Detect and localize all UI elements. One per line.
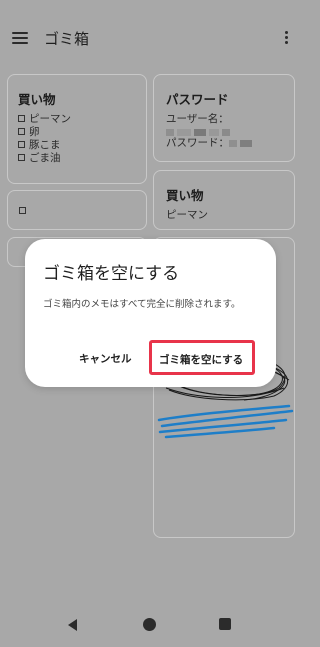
checkbox-icon[interactable]	[18, 115, 25, 122]
password-line: パスワード：	[166, 137, 255, 150]
home-icon[interactable]	[143, 618, 156, 631]
note-card-shopping[interactable]: 買い物 ピーマン 卵 豚こま ごま油	[7, 74, 147, 184]
note-card-shopping-2[interactable]: 買い物 ピーマン	[153, 170, 295, 230]
empty-trash-dialog: ゴミ箱を空にする ゴミ箱内のメモはすべて完全に削除されます。 キャンセル ゴミ箱…	[25, 239, 276, 387]
note-body: ピーマン	[166, 209, 208, 221]
checklist-item: 豚こま	[18, 139, 71, 152]
note-title: パスワード	[166, 92, 229, 107]
more-options-icon[interactable]	[285, 31, 289, 45]
checkbox-icon[interactable]	[18, 128, 25, 135]
app-bar: ゴミ箱	[0, 0, 301, 70]
note-title: 買い物	[18, 92, 56, 107]
username-line: ユーザー名：	[166, 113, 229, 125]
checklist-item: ピーマン	[18, 113, 71, 126]
menu-icon[interactable]	[12, 32, 28, 44]
checkbox-icon[interactable]	[18, 141, 25, 148]
dialog-message: ゴミ箱内のメモはすべて完全に削除されます。	[43, 299, 241, 310]
note-card-empty-checklist[interactable]	[7, 190, 147, 230]
pixelated-text	[166, 126, 255, 137]
checkbox-icon[interactable]	[19, 207, 26, 214]
page-title: ゴミ箱	[44, 30, 90, 48]
note-title: 買い物	[166, 188, 204, 203]
back-icon[interactable]	[68, 619, 77, 631]
checklist-item: 卵	[18, 126, 71, 139]
note-card-password[interactable]: パスワード ユーザー名： パスワード：	[153, 74, 295, 162]
checkbox-icon[interactable]	[18, 154, 25, 161]
empty-trash-button[interactable]: ゴミ箱を空にする	[159, 352, 243, 367]
cancel-button[interactable]: キャンセル	[79, 351, 132, 366]
recents-icon[interactable]	[219, 618, 231, 630]
checklist-item: ごま油	[18, 152, 71, 165]
highlight-box: ゴミ箱を空にする	[149, 340, 255, 375]
dialog-title: ゴミ箱を空にする	[43, 264, 180, 284]
system-nav-bar	[0, 608, 301, 647]
